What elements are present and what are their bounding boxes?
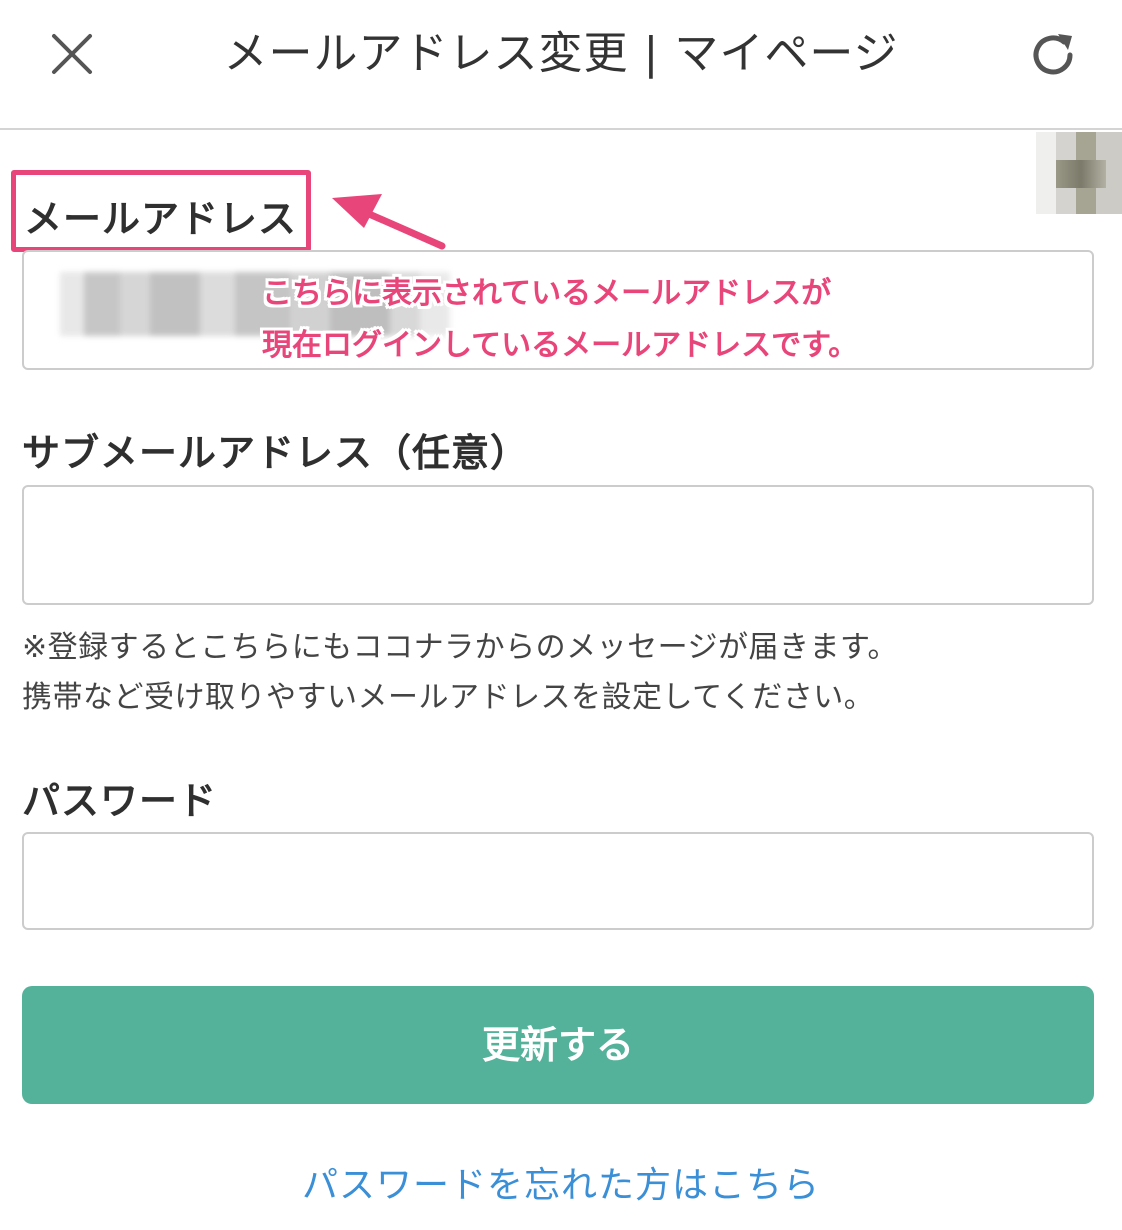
forgot-password-link[interactable]: パスワードを忘れた方はこちら — [0, 1156, 1122, 1208]
page-title: メールアドレス変更 | マイページ — [223, 28, 899, 79]
annotation-text-line2: 現在ログインしているメールアドレスです。 — [262, 328, 859, 363]
reload-button[interactable] — [1026, 28, 1080, 82]
reload-icon — [1033, 34, 1073, 75]
sub-email-label: サブメールアドレス（任意） — [22, 431, 530, 475]
annotation-text-line1: こちらに表示されているメールアドレスが — [262, 276, 832, 311]
close-icon — [52, 34, 92, 74]
password-label: パスワード — [22, 779, 218, 823]
close-button[interactable] — [46, 28, 98, 80]
email-label: メールアドレス — [24, 197, 298, 241]
app-header: メールアドレス変更 | マイページ — [0, 0, 1122, 130]
update-button[interactable]: 更新する — [22, 986, 1094, 1104]
sub-email-field[interactable] — [22, 485, 1094, 605]
pixelated-image — [1016, 132, 1122, 214]
sub-email-note-line1: ※登録するとこちらにもココナラからのメッセージが届きます。 — [22, 630, 899, 665]
annotation-arrow — [332, 194, 446, 250]
password-field[interactable] — [22, 832, 1094, 930]
sub-email-note-line2: 携帯など受け取りやすいメールアドレスを設定してください。 — [22, 680, 875, 715]
